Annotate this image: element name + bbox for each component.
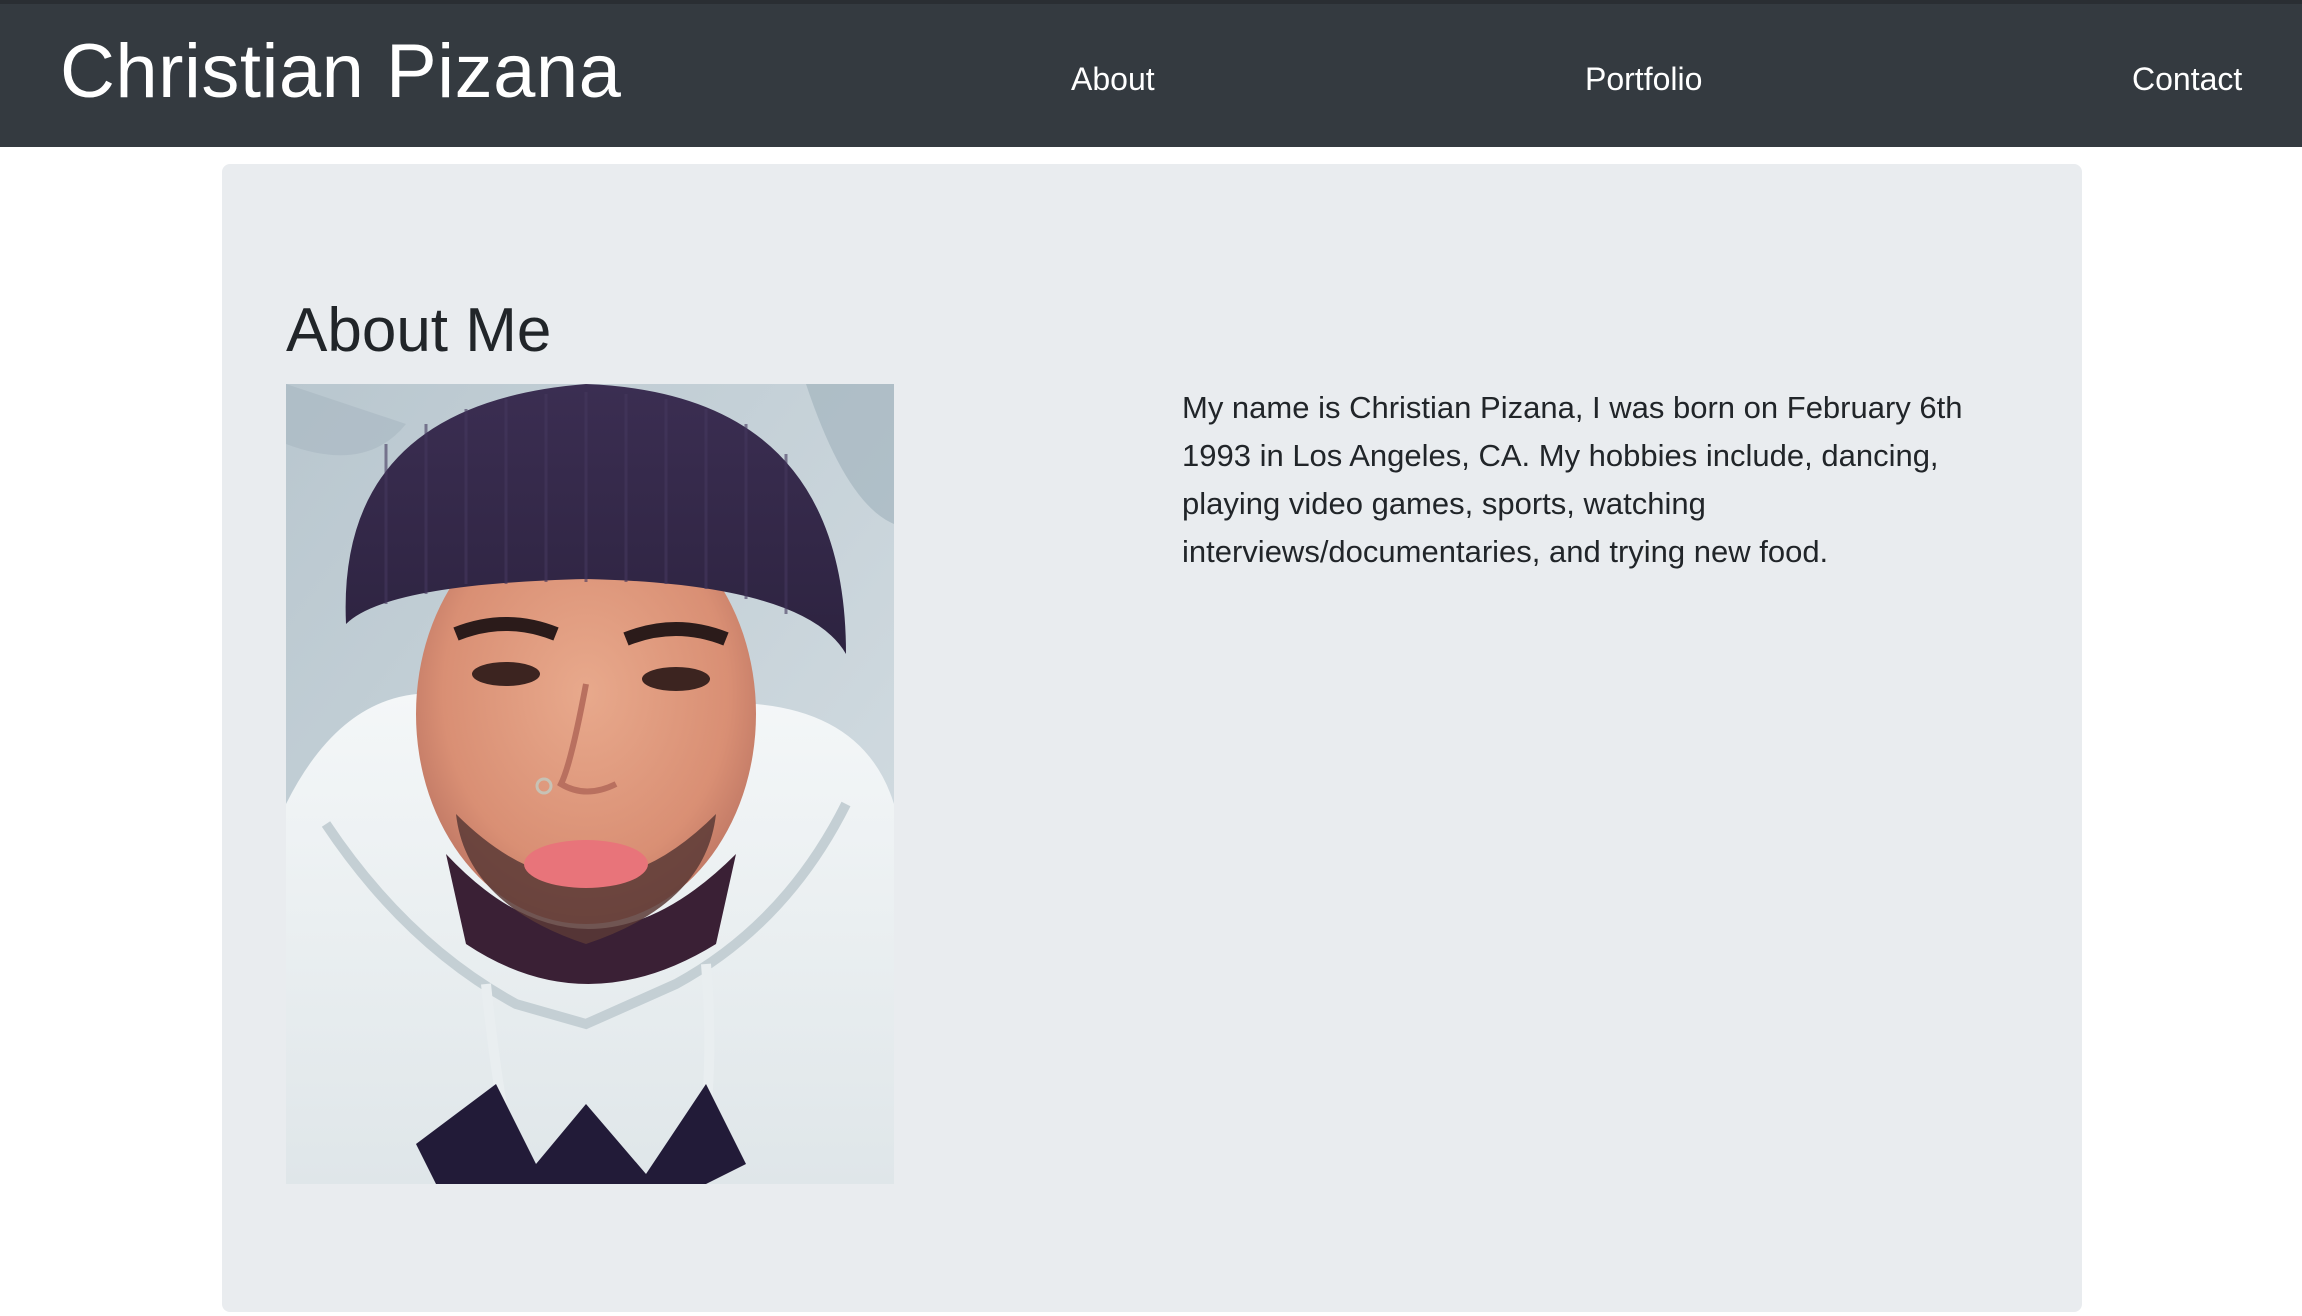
nav-about-link[interactable]: About (1071, 60, 1155, 98)
about-title: About Me (286, 296, 552, 365)
about-section: About Me My name is Christian Pizana, I … (222, 164, 2082, 1312)
about-bio-text: My name is Christian Pizana, I was born … (1182, 390, 1963, 569)
nav-contact-link[interactable]: Contact (2132, 60, 2242, 98)
brand-link[interactable]: Christian Pizana (60, 26, 621, 117)
top-navbar: Christian Pizana About Portfolio Contact (0, 0, 2302, 147)
profile-photo (286, 384, 894, 1184)
nav-portfolio-link[interactable]: Portfolio (1585, 60, 1702, 98)
